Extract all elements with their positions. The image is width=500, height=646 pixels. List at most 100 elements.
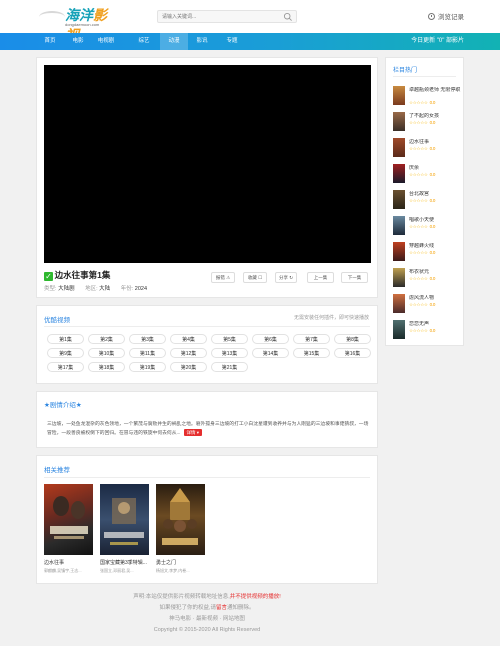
sidebar-thumbnail[interactable] <box>393 164 405 183</box>
episode-button[interactable]: 第12集 <box>170 348 207 358</box>
sidebar-item[interactable]: 了不起的女孩 ☆☆☆☆☆ 0.0 <box>393 112 461 132</box>
sidebar-item-name[interactable]: 虐风流人物 <box>409 295 461 301</box>
sidebar-item[interactable]: 恋恋无声 ☆☆☆☆☆ 0.0 <box>393 320 461 340</box>
sidebar-item-name[interactable]: 穿越蜂火线 <box>409 243 461 249</box>
nav-item-news[interactable]: 影讯 <box>188 33 216 50</box>
recommend-item[interactable]: 边水往事 郭麒麟,吴镇宇,王志... <box>44 484 93 574</box>
episode-button[interactable]: 第2集 <box>88 334 125 344</box>
sidebar-item-name[interactable]: 卓越瓶颈老师 无限停职 <box>409 87 461 93</box>
more-button[interactable]: 详情 ▾ <box>183 429 203 436</box>
sidebar-thumbnail[interactable] <box>393 190 405 209</box>
sidebar-item[interactable]: 虐风流人物 ☆☆☆☆☆ 0.0 <box>393 294 461 314</box>
poster-image[interactable] <box>100 484 149 555</box>
report-button[interactable]: 报错 ⚠ <box>211 272 235 283</box>
recommend-name: 勇士之门 <box>156 560 177 566</box>
episode-button[interactable]: 第18集 <box>88 362 125 372</box>
history-link[interactable]: 浏览记录 <box>428 11 464 21</box>
rating-stars: ☆☆☆☆☆ 0.0 <box>409 224 435 230</box>
episode-button[interactable]: 第13集 <box>211 348 248 358</box>
disclaimer-text: 声明:本站仅提供影片视频转载地址信息, <box>133 594 230 600</box>
episode-button[interactable]: 第1集 <box>47 334 84 344</box>
divider <box>44 477 370 478</box>
episode-button[interactable]: 第15集 <box>293 348 330 358</box>
sidebar-item[interactable]: 庆余 ☆☆☆☆☆ 0.0 <box>393 164 461 184</box>
sidebar-thumbnail[interactable] <box>393 320 405 339</box>
sidebar-item-name[interactable]: 恋恋无声 <box>409 321 461 327</box>
sidebar-item[interactable]: 边水往事 ☆☆☆☆☆ 0.0 <box>393 138 461 158</box>
nav-item-home[interactable]: 首页 <box>36 33 64 50</box>
episode-button[interactable]: 第5集 <box>211 334 248 344</box>
favorite-button[interactable]: 收藏 ☐ <box>243 272 267 283</box>
nav-item-topic[interactable]: 专题 <box>218 33 246 50</box>
sidebar-item-name[interactable]: 台北故宫 <box>409 191 461 197</box>
share-button[interactable]: 分享 ↻ <box>275 272 297 283</box>
sidebar-item[interactable]: 穿越蜂火线 ☆☆☆☆☆ 0.0 <box>393 242 461 262</box>
episode-button[interactable]: 第6集 <box>252 334 289 344</box>
sidebar-item-name[interactable]: 边水往事 <box>409 139 461 145</box>
logo-domain: dongdaemoon.com <box>65 22 100 27</box>
sidebar-thumbnail[interactable] <box>393 138 405 157</box>
search-icon[interactable] <box>283 12 293 22</box>
video-title-row: ✓ 边水往事第1集 <box>44 269 110 281</box>
star-icon: ☆☆☆☆☆ <box>409 328 428 333</box>
episode-button[interactable]: 第7集 <box>293 334 330 344</box>
episode-source-title[interactable]: 优酷视频 <box>44 314 70 324</box>
sidebar-item-name[interactable]: 庆余 <box>409 165 461 171</box>
sidebar-item-name[interactable]: 布衣状元 <box>409 269 461 275</box>
poster-image[interactable] <box>156 484 205 555</box>
rating-score: 0.0 <box>429 146 436 151</box>
star-icon: ☆☆☆☆☆ <box>409 302 428 307</box>
rating-stars: ☆☆☆☆☆ 0.0 <box>409 328 435 334</box>
sidebar-thumbnail[interactable] <box>393 294 405 313</box>
footer-contact: 如果侵犯了你的权益,请留言通知删除。 <box>0 603 414 614</box>
sidebar-item-name[interactable]: 唱歌小天使 <box>409 217 461 223</box>
episode-button[interactable]: 第11集 <box>129 348 166 358</box>
episode-button[interactable]: 第9集 <box>47 348 84 358</box>
sidebar-item[interactable]: 布衣状元 ☆☆☆☆☆ 0.0 <box>393 268 461 288</box>
episode-button[interactable]: 第16集 <box>334 348 371 358</box>
rating-score: 0.0 <box>429 172 436 177</box>
star-icon: ☆☆☆☆☆ <box>409 250 428 255</box>
next-episode-button[interactable]: 下一集 <box>341 272 368 283</box>
contact-text: 如果侵犯了你的权益,请 <box>159 605 216 611</box>
nav-item-anime[interactable]: 动漫 <box>160 33 188 50</box>
episode-button[interactable]: 第21集 <box>211 362 248 372</box>
nav-item-tv[interactable]: 电视剧 <box>92 33 120 50</box>
poster-image[interactable] <box>44 484 93 555</box>
site-footer: 声明:本站仅提供影片视频转载地址信息,并不提供视频的播放! 如果侵犯了你的权益,… <box>0 592 414 636</box>
nav-item-variety[interactable]: 综艺 <box>130 33 158 50</box>
recommend-item[interactable]: 国家宝藏第3季特辑... 张国立,邓丽君,吴... <box>100 484 149 574</box>
recommend-title: 相关推荐 <box>44 467 70 474</box>
search-input[interactable] <box>162 12 282 22</box>
episode-button[interactable]: 第4集 <box>170 334 207 344</box>
site-logo[interactable]: 海洋影视 dongdaemoon.com <box>35 5 115 43</box>
rating-stars: ☆☆☆☆☆ 0.0 <box>409 146 435 152</box>
episode-button[interactable]: 第14集 <box>252 348 289 358</box>
episode-button[interactable]: 第10集 <box>88 348 125 358</box>
type-label: 类型: <box>44 286 57 292</box>
prev-episode-button[interactable]: 上一集 <box>307 272 334 283</box>
recommend-item[interactable]: 勇士之门 杨旭文,李梦,内卷... <box>156 484 205 574</box>
check-icon: ✓ <box>44 272 53 281</box>
episode-button[interactable]: 第3集 <box>129 334 166 344</box>
sidebar-thumbnail[interactable] <box>393 216 405 235</box>
episode-button[interactable]: 第17集 <box>47 362 84 372</box>
nav-item-movie[interactable]: 电影 <box>64 33 92 50</box>
sidebar-item[interactable]: 唱歌小天使 ☆☆☆☆☆ 0.0 <box>393 216 461 236</box>
sidebar-thumbnail[interactable] <box>393 268 405 287</box>
sidebar-thumbnail[interactable] <box>393 112 405 131</box>
episode-button[interactable]: 第8集 <box>334 334 371 344</box>
episode-button[interactable]: 第20集 <box>170 362 207 372</box>
sidebar-item[interactable]: 台北故宫 ☆☆☆☆☆ 0.0 <box>393 190 461 210</box>
video-player[interactable] <box>44 65 371 263</box>
footer-disclaimer: 声明:本站仅提供影片视频转载地址信息,并不提供视频的播放! <box>0 592 414 603</box>
episode-button[interactable]: 第19集 <box>129 362 166 372</box>
footer-links[interactable]: 神马电影 · 最新视频 · 网站地图 <box>0 614 414 625</box>
sidebar-item[interactable]: 卓越瓶颈老师 无限停职 ☆☆☆☆☆ 0.0 <box>393 86 461 106</box>
rating-stars: ☆☆☆☆☆ 0.0 <box>409 198 435 204</box>
message-link[interactable]: 留言 <box>216 605 227 611</box>
sidebar-item-name[interactable]: 了不起的女孩 <box>409 113 461 119</box>
sidebar-thumbnail[interactable] <box>393 242 405 261</box>
sidebar-thumbnail[interactable] <box>393 86 405 105</box>
type-value: 大陆剧 <box>58 286 75 292</box>
